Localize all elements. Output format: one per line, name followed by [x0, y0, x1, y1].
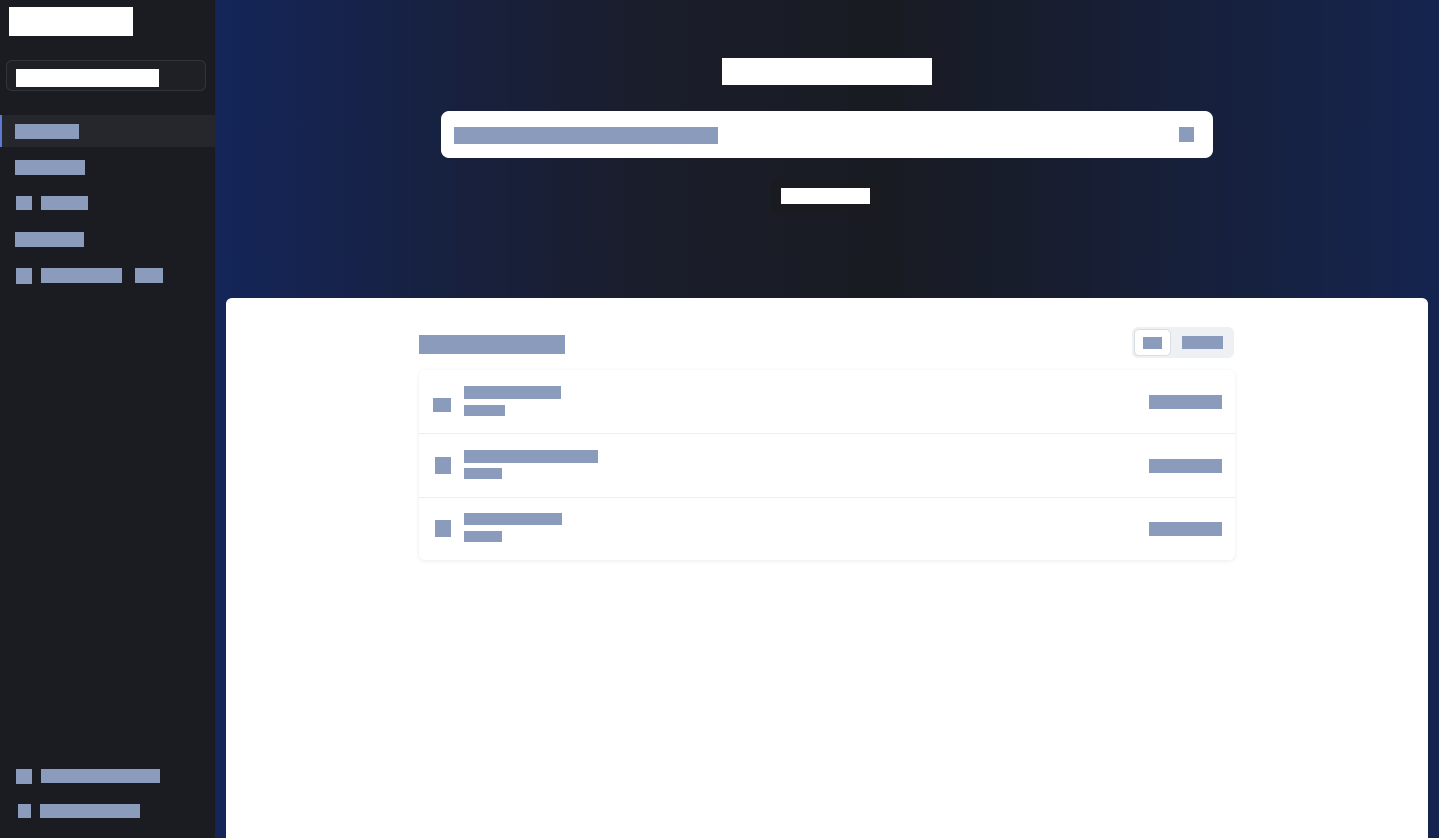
list-item-subtitle: [464, 405, 505, 416]
list-item[interactable]: [419, 370, 1235, 434]
hero-chip-label: [781, 188, 870, 204]
main-panel: [226, 298, 1428, 838]
sidebar-item-1[interactable]: [0, 115, 215, 147]
list-item-subtitle: [464, 468, 502, 479]
sidebar-item-label: [15, 232, 84, 247]
sidebar-footer-label: [40, 804, 140, 818]
sidebar-item-label: [15, 124, 79, 139]
sidebar-item-label: [41, 268, 122, 283]
sidebar: [0, 0, 215, 838]
list-item-meta: [1149, 459, 1222, 473]
sidebar-search-placeholder: [16, 69, 159, 87]
list-item-title: [464, 450, 598, 463]
view-toggle: [1132, 327, 1234, 358]
list-item-subtitle: [464, 531, 502, 542]
sidebar-item-badge: [135, 268, 163, 283]
sidebar-footer-item-2[interactable]: [0, 795, 215, 827]
folder-icon: [433, 398, 451, 412]
sidebar-search-input[interactable]: [6, 60, 206, 91]
app-logo[interactable]: [9, 7, 133, 36]
list-item-title: [464, 513, 562, 525]
item-list: [419, 370, 1235, 560]
sidebar-item-2[interactable]: [0, 151, 215, 183]
list-item-title: [464, 386, 561, 399]
sidebar-item-5[interactable]: [0, 259, 215, 291]
view-toggle-option-1[interactable]: [1134, 329, 1171, 356]
sidebar-item-4[interactable]: [0, 223, 215, 255]
sidebar-item-label: [15, 160, 85, 175]
view-toggle-label: [1143, 337, 1162, 349]
square-icon: [16, 196, 32, 210]
hero-search-placeholder: [454, 127, 718, 144]
list-item[interactable]: [419, 434, 1235, 498]
list-item-meta: [1149, 522, 1222, 536]
file-icon: [435, 457, 451, 474]
file-icon: [435, 520, 451, 537]
square-icon: [18, 804, 31, 818]
view-toggle-option-2[interactable]: [1182, 336, 1223, 349]
hero-title: [722, 58, 932, 85]
sidebar-footer-label: [41, 769, 160, 783]
sidebar-item-label: [41, 196, 88, 210]
panel-heading: [419, 335, 565, 354]
hero-search-input[interactable]: [441, 111, 1213, 158]
list-item-meta: [1149, 395, 1222, 409]
square-icon: [16, 769, 32, 784]
square-icon[interactable]: [1179, 127, 1194, 142]
hero-chip-button[interactable]: [771, 180, 881, 212]
square-icon: [16, 268, 32, 284]
sidebar-footer-item-1[interactable]: [0, 760, 215, 792]
list-item[interactable]: [419, 497, 1235, 560]
sidebar-item-3[interactable]: [0, 187, 215, 219]
